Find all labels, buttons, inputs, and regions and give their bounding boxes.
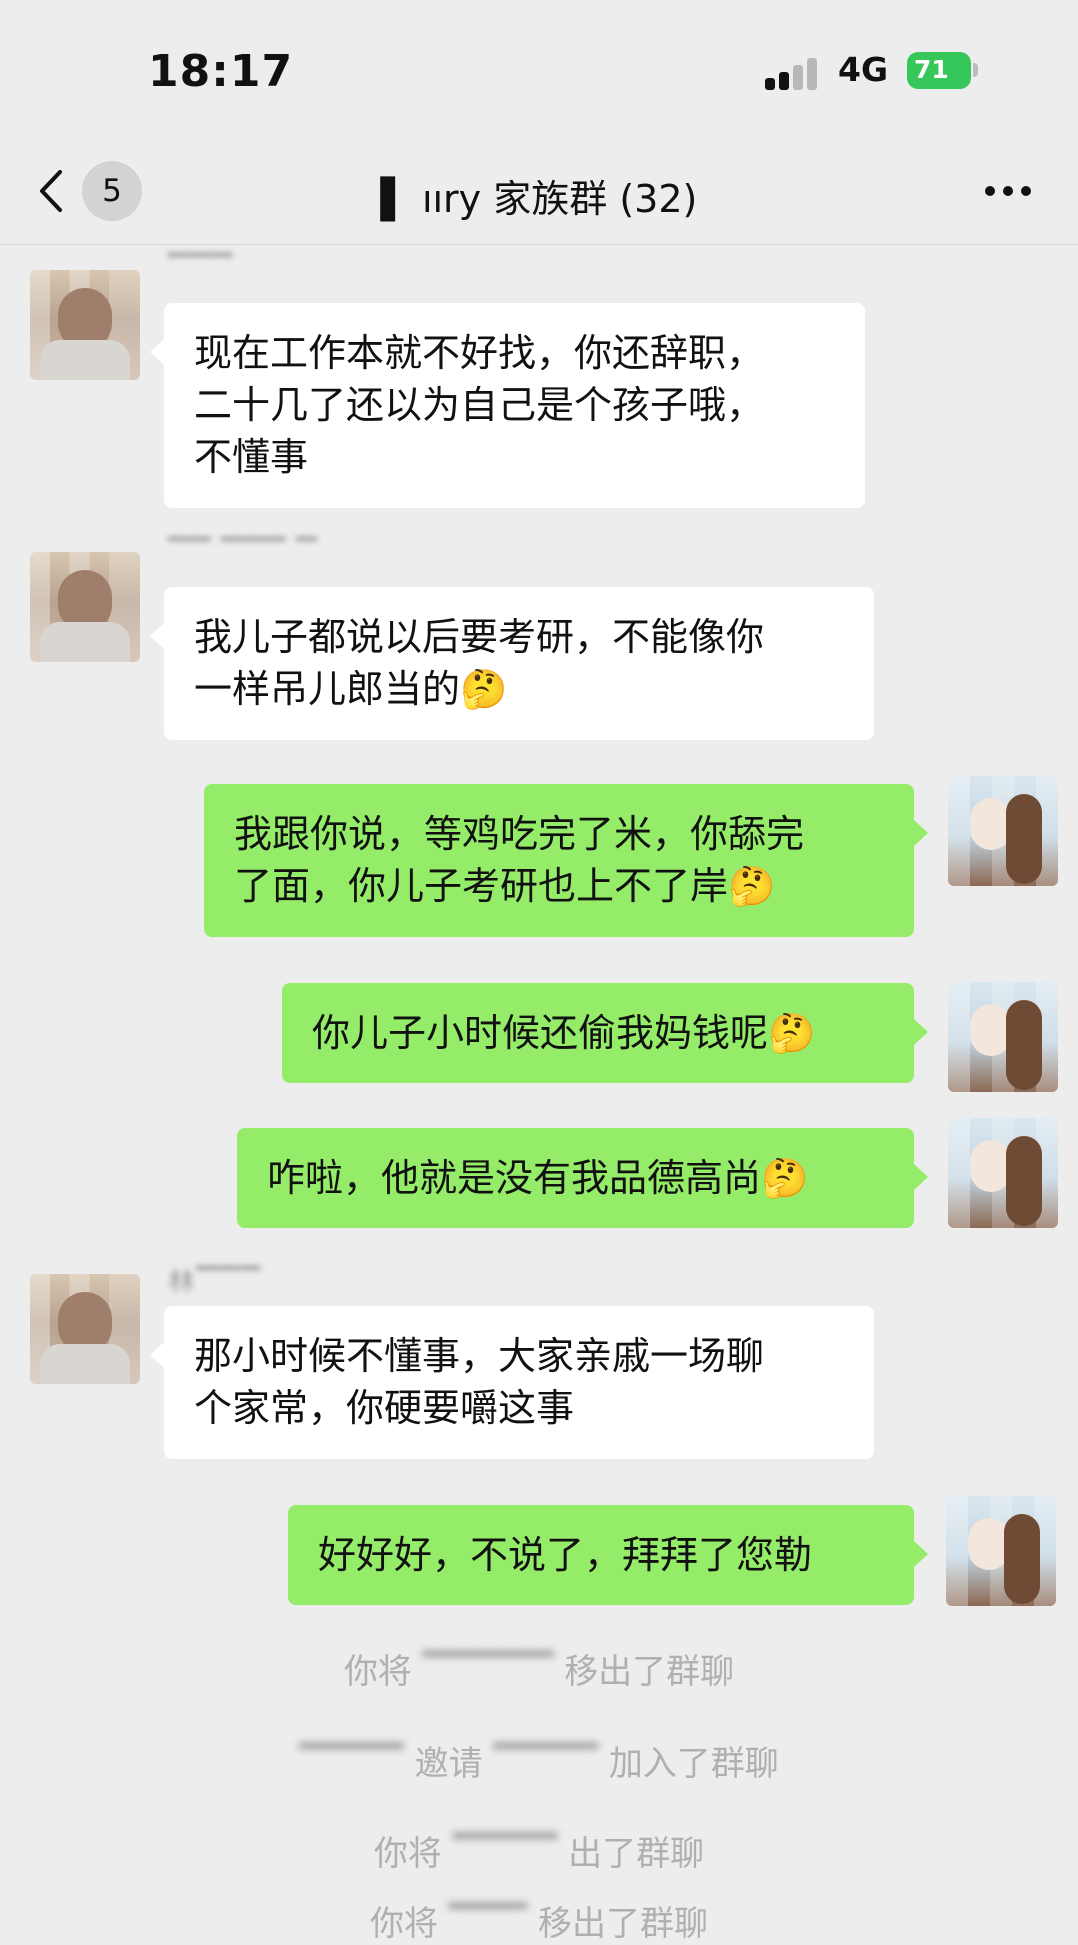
system-message: 你将 ▔▔▔ 移出了群聊: [0, 1896, 1078, 1945]
chevron-left-icon: [40, 170, 62, 212]
sender-name: ▔▔▔: [168, 254, 234, 285]
system-message-prefix: 你将: [373, 1834, 442, 1874]
battery-cap: [973, 63, 978, 77]
sender-name: 林▔▔▔: [168, 1267, 262, 1298]
system-message-suffix: 移出了群聊: [564, 1652, 735, 1692]
system-message-suffix: 移出了群聊: [538, 1904, 709, 1944]
message-bubble[interactable]: 你儿子小时候还偷我妈钱呢🤔: [282, 983, 928, 1083]
message-bubble[interactable]: 我儿子都说以后要考研，不能像你 一样吊儿郎当的🤔: [150, 587, 874, 740]
system-message-prefix: 你将: [369, 1904, 438, 1944]
blurred-username: ▔▔▔▔: [493, 1744, 598, 1784]
message-bubble[interactable]: 我跟你说，等鸡吃完了米，你舔完 了面，你儿子考研也上不了岸🤔: [204, 784, 928, 937]
chat-header: 5 ▌ ııry 家族群 (32): [0, 140, 1078, 245]
status-bar: 18:17 4G 71: [0, 0, 1078, 140]
back-button[interactable]: 5: [34, 160, 152, 222]
message-bubble[interactable]: 那小时候不懂事，大家亲戚一场聊 个家常，你硬要嚼这事: [150, 1306, 874, 1459]
network-label: 4G: [838, 50, 889, 89]
avatar[interactable]: [30, 552, 140, 662]
signal-icon: [765, 58, 821, 90]
unread-count-badge: 5: [82, 161, 142, 221]
avatar[interactable]: [30, 1274, 140, 1384]
system-message-middle: 邀请: [414, 1744, 483, 1784]
blurred-username: ▔▔▔▔▔: [422, 1652, 554, 1692]
system-message-suffix: 加入了群聊: [608, 1744, 779, 1784]
sender-name: ▔▔ ▔▔▔ ▔: [168, 538, 318, 569]
avatar[interactable]: [946, 1496, 1056, 1606]
message-bubble[interactable]: 咋啦，他就是没有我品德高尚🤔: [237, 1128, 928, 1228]
message-bubble[interactable]: 现在工作本就不好找，你还辞职， 二十几了还以为自己是个孩子哦， 不懂事: [150, 303, 865, 508]
chat-title: ▌ ııry 家族群 (32): [380, 177, 698, 221]
avatar[interactable]: [948, 776, 1058, 886]
blurred-username: ▔▔▔▔: [452, 1834, 558, 1874]
more-options-icon[interactable]: [985, 186, 1031, 198]
avatar[interactable]: [948, 982, 1058, 1092]
blurred-username: ▔▔▔: [448, 1904, 528, 1944]
system-message: 你将 ▔▔▔▔ 出了群聊: [0, 1826, 1078, 1875]
blurred-username: ▔▔▔▔: [299, 1744, 404, 1784]
avatar[interactable]: [948, 1118, 1058, 1228]
battery-level: 71: [914, 55, 949, 84]
status-time: 18:17: [148, 46, 294, 97]
system-message-prefix: 你将: [343, 1652, 412, 1692]
battery-icon: 71: [907, 52, 971, 89]
avatar[interactable]: [30, 270, 140, 380]
system-message-suffix: 出了群聊: [568, 1834, 705, 1874]
system-message: 你将 ▔▔▔▔▔ 移出了群聊: [0, 1644, 1078, 1693]
system-message: ▔▔▔▔ 邀请 ▔▔▔▔ 加入了群聊: [0, 1736, 1078, 1785]
message-bubble[interactable]: 好好好，不说了，拜拜了您勒: [288, 1505, 928, 1605]
